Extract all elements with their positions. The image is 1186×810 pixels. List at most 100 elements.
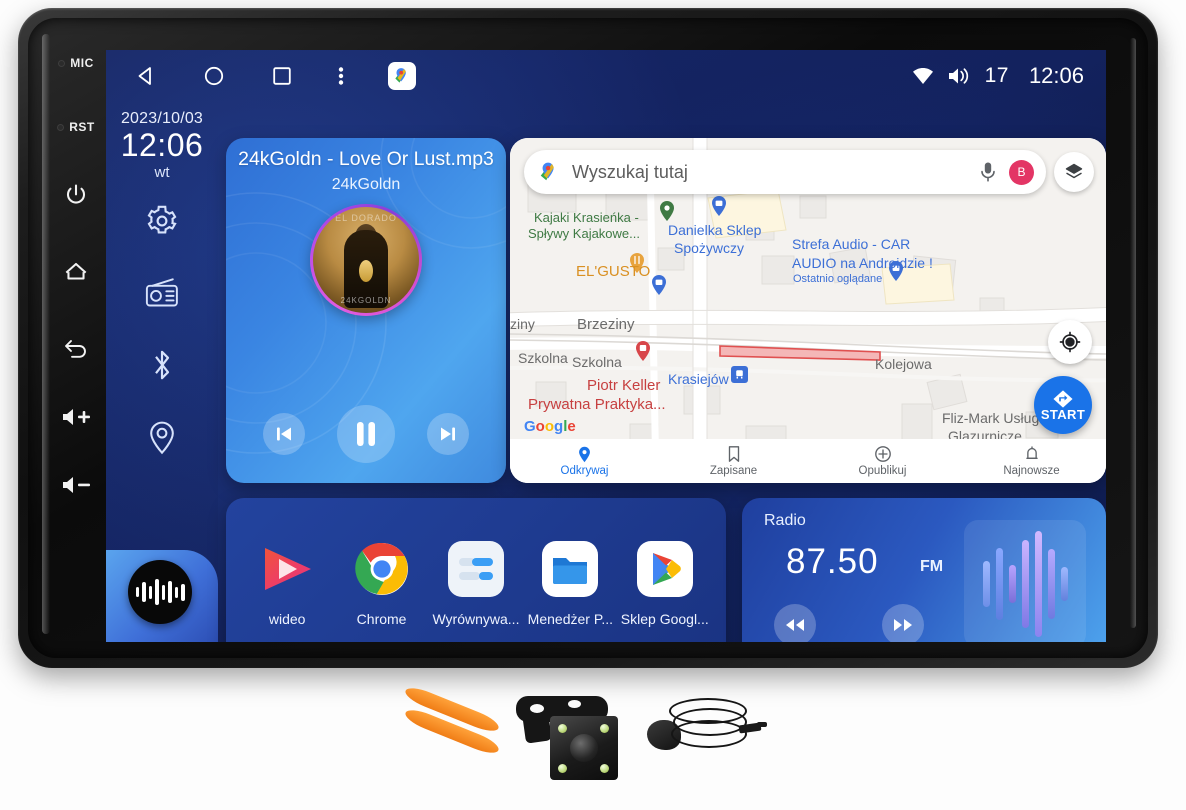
map-nav-label: Odkrywaj [560, 464, 609, 477]
reset-hole-icon [57, 123, 65, 131]
back-arrow-icon [65, 340, 86, 358]
map-label: AUDIO na Androidzie ! [792, 255, 933, 271]
microphone-icon[interactable] [979, 161, 997, 183]
google-play-icon [636, 541, 693, 597]
bookmark-icon [728, 446, 739, 462]
sidebar-item-bluetooth[interactable] [144, 347, 180, 383]
nav-overflow-button[interactable] [338, 64, 344, 88]
next-track-button[interactable] [427, 413, 469, 455]
volume-down-button[interactable] [48, 474, 104, 496]
bell-icon [1025, 446, 1038, 459]
app-shortcut-play-store[interactable]: Sklep Googl... [621, 541, 709, 627]
app-shortcut-file-manager[interactable]: Menedżer P... [526, 541, 614, 627]
car-head-unit-device: MIC RST 17 12:06 2023/10/03 12:06 wt 24k… [18, 8, 1158, 668]
app-label: Wyrównywa... [432, 611, 520, 627]
volume-up-button[interactable] [48, 406, 104, 428]
sidebar-time: 12:06 [120, 127, 204, 163]
map-account-avatar[interactable]: B [1009, 159, 1034, 185]
gear-icon [147, 205, 177, 234]
map-my-location-button[interactable] [1048, 320, 1092, 364]
nav-home-button[interactable] [202, 64, 226, 88]
google-maps-widget[interactable]: Kajaki Krasieńka - Spływy Kajakowe... Dani… [510, 138, 1106, 483]
map-label: Danielka Sklep [668, 222, 762, 238]
touchscreen[interactable]: 17 12:06 2023/10/03 12:06 wt 24kGoldn - … [106, 50, 1106, 642]
map-label: Fliz-Mark Usługi [942, 410, 1043, 426]
media-player-widget[interactable]: 24kGoldn - Love Or Lust.mp3 24kGoldn EL … [226, 138, 506, 483]
sidebar-equalizer-button[interactable] [128, 560, 192, 624]
wifi-icon [912, 68, 933, 84]
screenshot-root: MIC RST 17 12:06 2023/10/03 12:06 wt 24k… [0, 0, 1186, 810]
sidebar-date: 2023/10/03 [120, 110, 204, 127]
hardware-reset[interactable]: RST [57, 120, 95, 134]
back-triangle-icon [138, 67, 151, 85]
album-art-bottom-text: 24KGOLDN [340, 296, 392, 305]
app-shortcut-wideo[interactable]: wideo [243, 541, 331, 627]
google-watermark: Google [524, 418, 576, 435]
location-pin-icon [150, 421, 174, 454]
map-pin-green[interactable] [658, 198, 676, 222]
map-nav-opublikuj[interactable]: Opublikuj [808, 445, 957, 477]
bluetooth-icon [155, 350, 170, 379]
hardware-button-column: MIC RST [48, 48, 104, 628]
map-start-navigation-button[interactable]: START [1034, 376, 1092, 434]
map-layers-button[interactable] [1054, 152, 1094, 192]
home-button[interactable] [48, 258, 104, 284]
map-label: Strefa Audio - CAR [792, 236, 911, 252]
map-pin-store-blue[interactable] [710, 193, 728, 217]
equalizer-sliders-icon [447, 541, 504, 597]
nav-recents-button[interactable] [270, 64, 294, 88]
map-train-station-icon[interactable] [731, 366, 748, 383]
mic-label: MIC [70, 56, 94, 70]
previous-track-button[interactable] [263, 413, 305, 455]
hardware-mic: MIC [58, 56, 94, 70]
radio-seek-backward-button[interactable] [774, 604, 816, 642]
shop-pin-icon [652, 275, 666, 295]
map-search-placeholder[interactable]: Wyszukaj tutaj [572, 162, 979, 183]
map-label: Krasiejów [668, 371, 729, 387]
app-shortcut-chrome[interactable]: Chrome [338, 541, 426, 627]
map-nav-najnowsze[interactable]: Najnowsze [957, 445, 1106, 477]
file-manager-folder-icon [542, 541, 599, 597]
map-nav-zapisane[interactable]: Zapisane [659, 445, 808, 477]
wifi-status [911, 66, 935, 86]
accessory-pry-tools [400, 683, 510, 774]
map-pin-icon [660, 201, 674, 221]
maps-shortcut-button[interactable] [388, 62, 416, 90]
map-search-bar[interactable]: Wyszukaj tutaj B [524, 150, 1046, 194]
app-label: Sklep Googl... [620, 611, 709, 627]
map-label: Spływy Kajakowe... [528, 226, 640, 241]
app-shortcut-equalizer[interactable]: Wyrównywa... [432, 541, 520, 627]
radio-seek-forward-button[interactable] [882, 604, 924, 642]
three-dot-menu-icon [338, 67, 344, 85]
map-pin-shop-blue[interactable] [650, 272, 668, 296]
album-art-top-text: EL DORADO [335, 213, 397, 223]
sidebar-item-navigation[interactable] [144, 419, 180, 455]
speaker-icon [948, 68, 968, 84]
map-nav-label: Najnowsze [1003, 465, 1060, 477]
power-button[interactable] [48, 182, 104, 208]
sidebar-item-radio[interactable] [144, 275, 180, 311]
radio-frequency: 87.50 [786, 542, 879, 581]
sidebar-item-settings[interactable] [144, 203, 180, 239]
map-nav-odkrywaj[interactable]: Odkrywaj [510, 446, 659, 477]
back-button[interactable] [48, 334, 104, 360]
chrome-icon [354, 541, 410, 597]
radio-widget[interactable]: Radio 87.50 FM [742, 498, 1106, 642]
map-label: Szkolna [572, 354, 622, 370]
plus-circle-icon [874, 446, 891, 462]
radio-icon [145, 277, 178, 306]
accessory-backup-camera [510, 682, 630, 792]
mic-hole-icon [58, 59, 66, 67]
map-pin-doctor-red[interactable] [634, 338, 652, 362]
home-sidebar: 2023/10/03 12:06 wt [106, 102, 218, 642]
app-label: Chrome [356, 611, 407, 627]
play-pause-button[interactable] [337, 405, 395, 463]
map-label: Szkolna [518, 350, 568, 366]
power-icon [66, 184, 86, 204]
nav-back-button[interactable] [134, 64, 158, 88]
map-label: Ostatnio oglądane [793, 273, 883, 285]
skip-previous-icon [277, 427, 291, 441]
radio-title: Radio [764, 512, 806, 529]
app-label: Menedżer P... [527, 611, 614, 627]
rewind-icon [786, 619, 804, 631]
